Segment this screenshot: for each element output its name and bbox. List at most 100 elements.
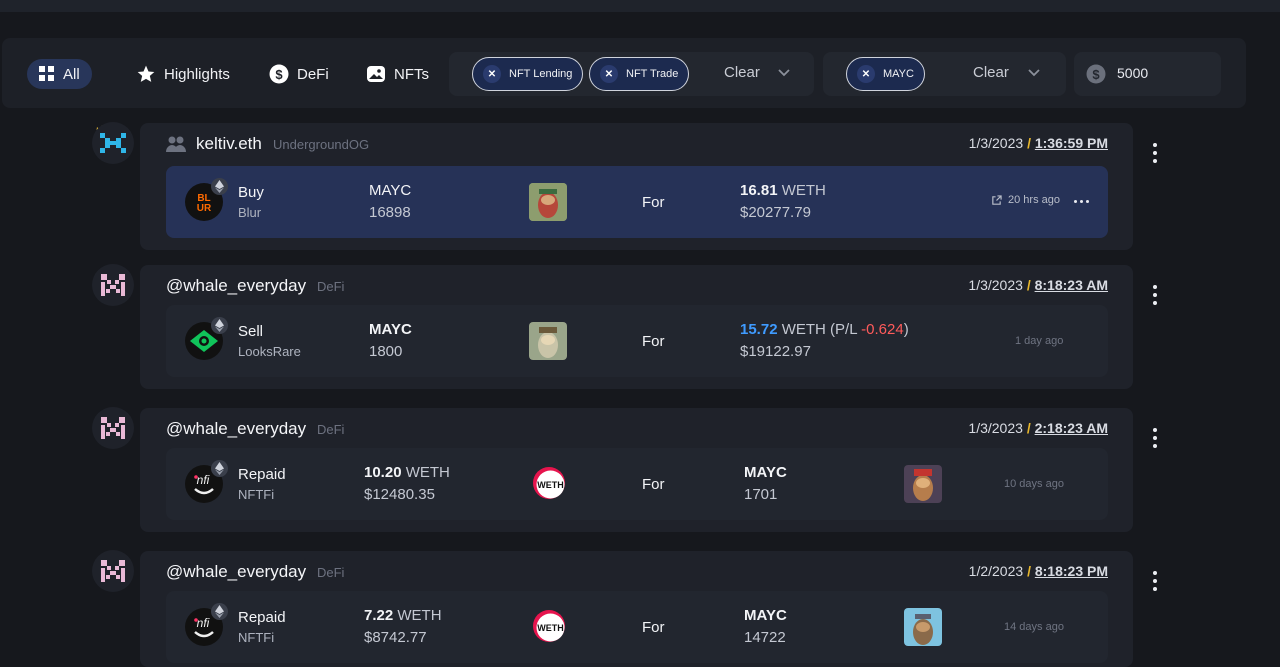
pixel-avatar-icon xyxy=(101,274,125,296)
tab-all[interactable]: All xyxy=(27,59,92,89)
time-link[interactable]: 8:18:23 AM xyxy=(1035,277,1108,293)
tab-defi[interactable]: $ DeFi xyxy=(257,59,341,89)
token-id: 16898 xyxy=(369,204,411,221)
marketplace-logo: BL UR xyxy=(184,178,228,222)
tab-nfts-label: NFTs xyxy=(394,65,429,83)
for-label: For xyxy=(642,476,665,493)
transaction-row[interactable]: Sell LooksRare MAYC 1800 For 15.72 WETH … xyxy=(166,305,1108,377)
remove-icon[interactable]: ✕ xyxy=(857,65,875,83)
date: 1/3/2023 xyxy=(968,135,1024,151)
time-link[interactable]: 8:18:23 PM xyxy=(1035,563,1108,579)
feed-card: @whale_everyday DeFi 1/3/2023 / 2:18:23 … xyxy=(140,408,1133,532)
filter-chip-label: NFT Lending xyxy=(509,68,573,80)
user-handle[interactable]: @whale_everyday xyxy=(166,276,306,296)
usd-value: $20277.79 xyxy=(740,204,811,221)
avatar[interactable] xyxy=(92,264,134,306)
pixel-avatar-icon xyxy=(101,560,125,582)
for-label: For xyxy=(642,194,665,211)
collection-name[interactable]: MAYC xyxy=(744,607,787,624)
collection-name[interactable]: MAYC xyxy=(369,321,412,338)
timestamp: 1/3/2023 / 8:18:23 AM xyxy=(968,277,1108,293)
date-separator: / xyxy=(1027,135,1031,151)
nft-thumbnail[interactable] xyxy=(529,183,567,221)
transaction-row[interactable]: nfi Repaid NFTFi 7.22 WETH $8742.77 WETH… xyxy=(166,591,1108,663)
card-menu-icon[interactable] xyxy=(1146,571,1164,591)
tab-defi-label: DeFi xyxy=(297,65,329,83)
feed-card: @whale_everyday DeFi 1/2/2023 / 8:18:23 … xyxy=(140,551,1133,667)
price-value: 15.72 xyxy=(740,321,778,338)
type-clear-button[interactable]: Clear xyxy=(724,64,760,81)
ethereum-icon xyxy=(211,317,228,334)
card-menu-icon[interactable] xyxy=(1146,285,1164,305)
for-label: For xyxy=(642,333,665,350)
collection-clear-button[interactable]: Clear xyxy=(973,64,1009,81)
price-value: 7.22 xyxy=(364,607,394,624)
avatar[interactable] xyxy=(92,407,134,449)
usd-value: $8742.77 xyxy=(364,629,427,646)
filter-chip-mayc[interactable]: ✕ MAYC xyxy=(846,57,925,91)
token-id: 1701 xyxy=(744,486,778,503)
row-more-icon[interactable] xyxy=(1074,200,1089,203)
dollar-coin-icon: $ xyxy=(1086,64,1106,84)
min-amount-field[interactable]: $ 5000 xyxy=(1074,52,1221,96)
svg-text:$: $ xyxy=(275,67,283,82)
collection-name[interactable]: MAYC xyxy=(744,464,787,481)
dollar-coin-icon: $ xyxy=(269,64,289,84)
relative-time[interactable]: 14 days ago xyxy=(1004,621,1064,633)
relative-time[interactable]: 1 day ago xyxy=(1015,335,1063,347)
user-tag: DeFi xyxy=(317,422,345,437)
price: 15.72 WETH (P/L -0.624) xyxy=(740,321,909,338)
price: 10.20 WETH xyxy=(364,464,450,481)
usd-value: $12480.35 xyxy=(364,486,435,503)
chevron-down-icon[interactable] xyxy=(1027,66,1041,80)
token-id: 14722 xyxy=(744,629,786,646)
relative-time[interactable]: 10 days ago xyxy=(1004,478,1064,490)
pixel-avatar-icon xyxy=(101,417,125,439)
time-link[interactable]: 1:36:59 PM xyxy=(1035,135,1108,151)
user-tag: DeFi xyxy=(317,279,345,294)
chevron-down-icon[interactable] xyxy=(777,66,791,80)
marketplace-logo: nfi xyxy=(184,460,228,504)
user-handle[interactable]: @whale_everyday xyxy=(166,562,306,582)
card-menu-icon[interactable] xyxy=(1146,143,1164,163)
transaction-row[interactable]: BL UR Buy Blur MAYC 16898 For 16.81 WETH … xyxy=(166,166,1108,238)
remove-icon[interactable]: ✕ xyxy=(600,65,618,83)
user-handle[interactable]: keltiv.eth xyxy=(196,134,262,154)
filter-chip-nft-lending[interactable]: ✕ NFT Lending xyxy=(472,57,584,91)
date-separator: / xyxy=(1026,277,1031,293)
tab-highlights[interactable]: Highlights xyxy=(124,59,242,89)
price-unit: WETH (P/L xyxy=(781,321,857,338)
external-link-icon[interactable] xyxy=(991,194,1002,206)
grid-icon xyxy=(39,66,54,81)
svg-text:nfi: nfi xyxy=(197,616,210,630)
usd-value: $19122.97 xyxy=(740,343,811,360)
time-link[interactable]: 2:18:23 AM xyxy=(1035,420,1108,436)
date: 1/3/2023 xyxy=(968,420,1023,436)
nft-thumbnail[interactable] xyxy=(529,322,567,360)
user-handle[interactable]: @whale_everyday xyxy=(166,419,306,439)
card-menu-icon[interactable] xyxy=(1146,428,1164,448)
price-unit: WETH xyxy=(781,182,826,199)
marketplace-logo xyxy=(184,317,228,361)
tab-nfts[interactable]: NFTs xyxy=(354,59,441,89)
relative-time-label: 20 hrs ago xyxy=(1008,194,1060,206)
action-label: Repaid xyxy=(238,466,286,483)
timestamp: 1/2/2023 / 8:18:23 PM xyxy=(969,563,1108,579)
marketplace-name: NFTFi xyxy=(238,630,275,645)
remove-icon[interactable]: ✕ xyxy=(483,65,501,83)
user-group-icon xyxy=(166,136,186,152)
filter-chip-nft-trade[interactable]: ✕ NFT Trade xyxy=(589,57,690,91)
price: 16.81 WETH xyxy=(740,182,826,199)
action-label: Buy xyxy=(238,184,264,201)
price-unit: WETH xyxy=(405,464,450,481)
feed-card: keltiv.eth UndergroundOG 1/3/2023 / 1:36… xyxy=(140,123,1133,250)
transaction-row[interactable]: nfi Repaid NFTFi 10.20 WETH $12480.35 WE… xyxy=(166,448,1108,520)
tab-highlights-label: Highlights xyxy=(164,65,230,83)
collection-name[interactable]: MAYC xyxy=(369,182,411,199)
relative-time[interactable]: 20 hrs ago xyxy=(991,194,1060,206)
nft-thumbnail[interactable] xyxy=(904,608,942,646)
nft-thumbnail[interactable] xyxy=(904,465,942,503)
min-amount-value[interactable]: 5000 xyxy=(1117,65,1148,81)
avatar[interactable] xyxy=(92,122,134,164)
avatar[interactable] xyxy=(92,550,134,592)
